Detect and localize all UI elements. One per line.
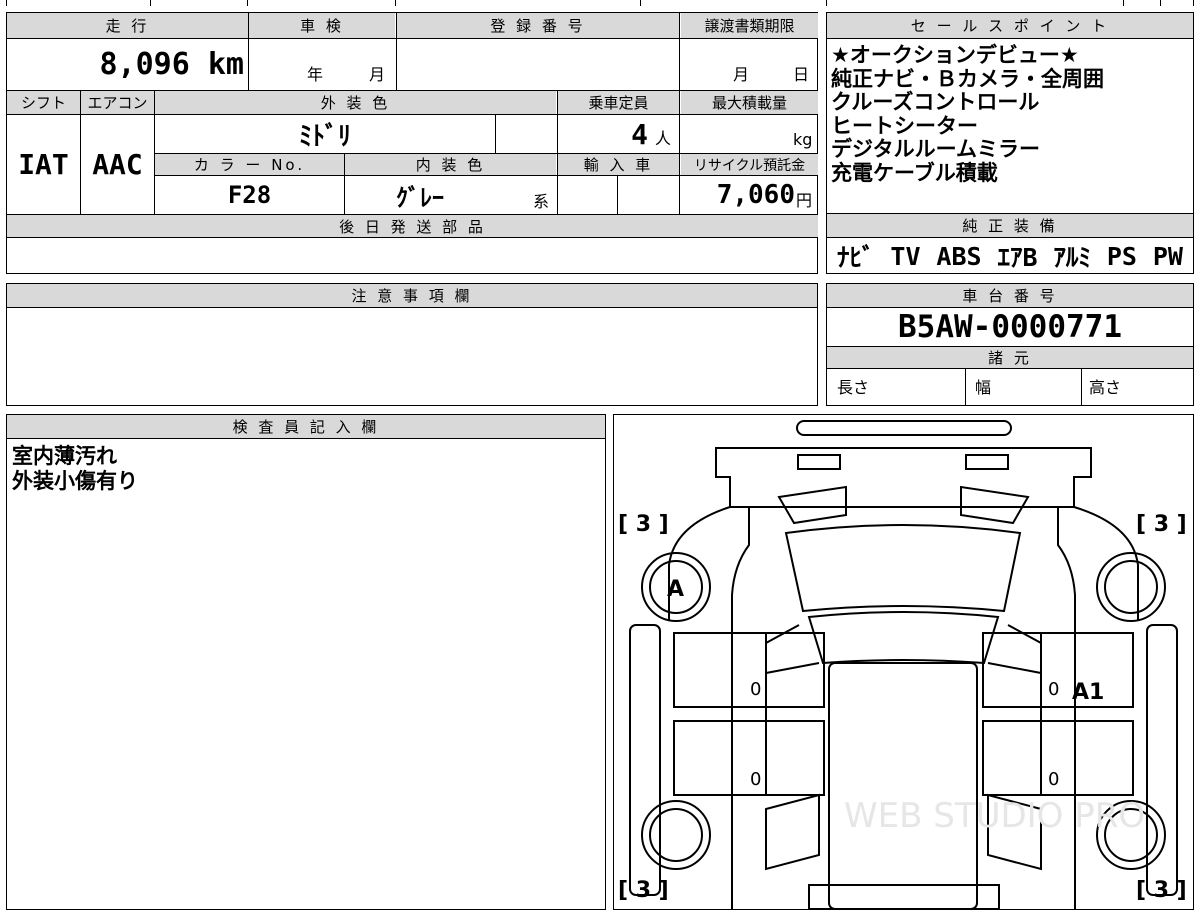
- sales-point-line: デジタルルームミラー: [831, 137, 1040, 161]
- max-load-label: 最大積載量: [681, 91, 818, 114]
- recycle-unit: 円: [796, 191, 813, 210]
- capacity-label: 乗車定員: [558, 91, 679, 114]
- chassis-box: 車 台 番 号 B5AW-0000771 諸 元 長さ 幅 高さ: [826, 283, 1194, 406]
- inspection-year: 年: [307, 65, 324, 84]
- shift-value: IAT: [18, 148, 69, 181]
- mileage-label: 走 行: [7, 13, 248, 38]
- capacity-unit: 人: [655, 129, 672, 148]
- equipment-item-abs: ABS: [936, 241, 982, 271]
- equipment-item-pw: PW: [1152, 241, 1183, 271]
- sales-point-line: ヒートシーター: [831, 113, 978, 138]
- aircon-label: エアコン: [81, 91, 154, 114]
- aircon-value: AAC: [92, 148, 143, 181]
- registration-value: [397, 39, 679, 89]
- registration-label: 登 録 番 号: [397, 13, 679, 38]
- equipment-item-alloy: ｱﾙﾐ: [1053, 243, 1091, 272]
- color-no-value: F28: [227, 181, 272, 209]
- sales-point-line: 充電ケーブル積載: [831, 160, 998, 185]
- sales-points-list: ★オークションデビュー★ 純正ナビ・Ｂカメラ・全周囲 クルーズコントロール ヒー…: [827, 41, 1193, 213]
- equipment-item-ps: PS: [1106, 241, 1137, 271]
- shift-label: シフト: [7, 91, 80, 114]
- top-strip: [0, 0, 1200, 6]
- damage-mark-left-front: A: [667, 577, 684, 602]
- tire-rear-right-grade: [ 3 ]: [1136, 878, 1187, 903]
- equipment-item-tv: TV: [890, 241, 921, 271]
- inspector-notes: 室内薄汚れ 外装小傷有り: [7, 441, 605, 901]
- equipment-item-navi: ﾅﾋﾞ: [837, 243, 875, 272]
- car-diagram-box: [ 3 ] [ 3 ] [ 3 ] [ 3 ] A A1 0 0 0 0 WEB…: [613, 414, 1194, 910]
- inspection-month: 月: [369, 65, 386, 84]
- caution-content: [7, 308, 817, 405]
- watermark: WEB STUDIO PRO: [844, 796, 1145, 836]
- exterior-color-label: 外 装 色: [155, 91, 556, 114]
- genuine-equipment-list: ﾅﾋﾞ TV ABS ｴｱB ｱﾙﾐ PS PW: [827, 238, 1193, 274]
- sales-point-line: ★オークションデビュー★: [831, 43, 1079, 67]
- inspector-label: 検 査 員 記 入 欄: [7, 415, 605, 438]
- spec-width-label: 幅: [975, 377, 992, 397]
- inspector-box: 検 査 員 記 入 欄 室内薄汚れ 外装小傷有り: [6, 414, 606, 910]
- inspector-note-line: 外装小傷有り: [12, 469, 138, 493]
- door-mark-left-front: 0: [750, 679, 761, 700]
- sales-points-label: セ ー ル ス ポ イ ン ト: [827, 13, 1193, 38]
- vehicle-table: 走 行 車 検 登 録 番 号 譲渡書類期限 8,096 km 年 月 月 日 …: [6, 12, 818, 274]
- color-no-label: カ ラ ー No.: [155, 154, 344, 175]
- spec-length-label: 長さ: [837, 377, 870, 397]
- caution-box: 注 意 事 項 欄: [6, 283, 818, 406]
- tire-front-left-grade: [ 3 ]: [618, 512, 669, 537]
- tire-front-right-grade: [ 3 ]: [1136, 512, 1187, 537]
- inspector-note-line: 室内薄汚れ: [12, 444, 117, 468]
- import-label: 輸 入 車: [558, 154, 679, 175]
- later-parts-value: [7, 238, 818, 274]
- mileage-value: 8,096 km: [99, 46, 245, 82]
- transfer-deadline-label: 譲渡書類期限: [681, 13, 818, 38]
- chassis-label: 車 台 番 号: [827, 284, 1193, 307]
- exterior-color-value: ﾐﾄﾞﾘ: [298, 121, 351, 152]
- door-mark-right-rear: 0: [1048, 769, 1059, 790]
- door-mark-left-rear: 0: [750, 769, 761, 790]
- max-load-unit: kg: [793, 130, 813, 149]
- recycle-value: 7,060: [716, 180, 795, 210]
- inspection-label: 車 検: [249, 13, 395, 38]
- chassis-number: B5AW-0000771: [898, 309, 1122, 345]
- caution-label: 注 意 事 項 欄: [7, 284, 817, 307]
- interior-color-label: 内 装 色: [345, 154, 556, 175]
- genuine-equipment-label: 純 正 装 備: [827, 214, 1193, 237]
- damage-mark-right-door: A1: [1072, 680, 1104, 705]
- specs-label: 諸 元: [827, 347, 1193, 368]
- sales-point-line: 純正ナビ・Ｂカメラ・全周囲: [831, 66, 1104, 91]
- sales-point-line: クルーズコントロール: [831, 90, 1040, 114]
- recycle-label: リサイクル預託金: [681, 154, 818, 175]
- capacity-value: 4: [631, 117, 648, 151]
- car-damage-diagram: [ 3 ] [ 3 ] [ 3 ] [ 3 ] A A1 0 0 0 0 WEB…: [618, 420, 1187, 909]
- tire-rear-left-grade: [ 3 ]: [618, 878, 669, 903]
- door-mark-right-front: 0: [1048, 679, 1059, 700]
- spec-height-label: 高さ: [1089, 377, 1122, 397]
- interior-color-value: ｸﾞﾚｰ: [396, 183, 444, 212]
- equipment-item-airbag: ｴｱB: [997, 243, 1038, 272]
- sales-points-box: セ ー ル ス ポ イ ン ト ★オークションデビュー★ 純正ナビ・Ｂカメラ・全…: [826, 12, 1194, 274]
- transfer-month: 月: [733, 65, 750, 84]
- interior-color-suffix: 系: [533, 192, 550, 211]
- later-parts-label: 後 日 発 送 部 品: [7, 215, 818, 237]
- transfer-day: 日: [793, 65, 810, 84]
